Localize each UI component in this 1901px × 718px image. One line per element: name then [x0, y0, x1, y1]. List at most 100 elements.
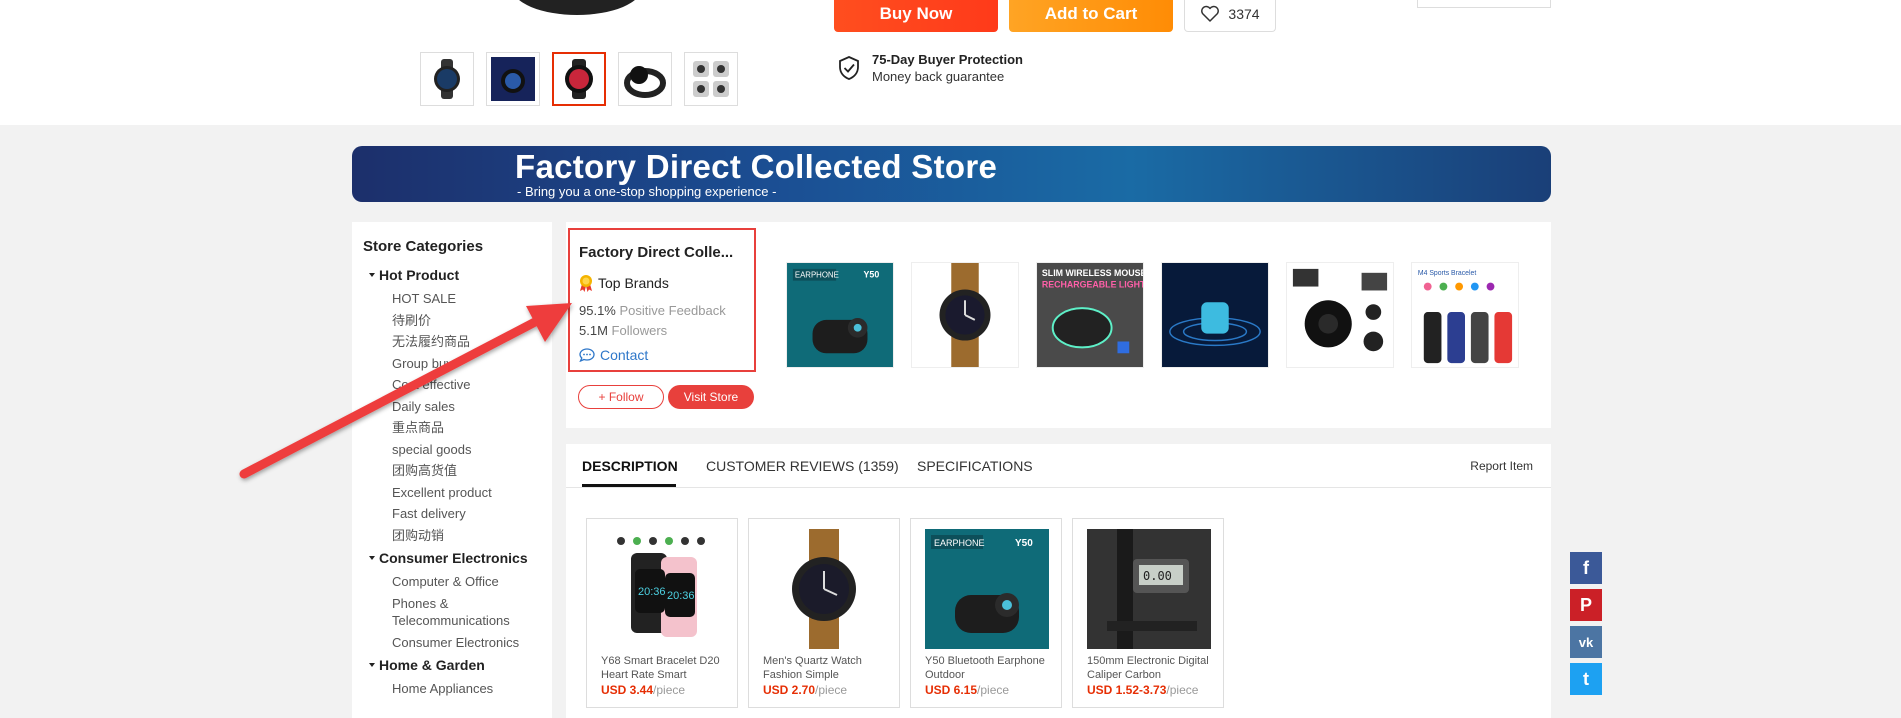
product-card[interactable]: 0.00 150mm Electronic Digital Caliper Ca…: [1072, 518, 1224, 708]
twitter-share-button[interactable]: t: [1570, 663, 1602, 695]
feedback-label: Positive Feedback: [619, 303, 726, 318]
thumbnail-3[interactable]: [552, 52, 606, 106]
shield-check-icon: [839, 56, 859, 80]
main-product-image: [512, 0, 642, 15]
vk-icon: vk: [1578, 634, 1594, 650]
category-item[interactable]: 团购高货值: [392, 462, 552, 480]
category-item[interactable]: 无法履约商品: [392, 333, 552, 351]
pinterest-share-button[interactable]: P: [1570, 589, 1602, 621]
category-item[interactable]: 重点商品: [392, 419, 552, 437]
category-item[interactable]: Group buy: [392, 355, 552, 373]
tab-customer-reviews[interactable]: CUSTOMER REVIEWS (1359): [706, 458, 899, 474]
category-head-consumer-electronics[interactable]: Consumer Electronics: [369, 550, 552, 566]
product-price: USD 3.44/piece: [601, 683, 685, 697]
category-item[interactable]: Phones & Telecommunications: [392, 595, 532, 630]
description-product-list: 20:36 20:36 Y68 Smart Bracelet D20 Heart …: [586, 518, 1224, 708]
tab-specifications[interactable]: SPECIFICATIONS: [917, 458, 1033, 474]
category-item[interactable]: Daily sales: [392, 398, 552, 416]
product-image: EARPHONE Y50: [925, 529, 1049, 649]
price-value: USD 6.15: [925, 683, 978, 697]
svg-text:Y50: Y50: [1015, 538, 1033, 549]
facebook-share-button[interactable]: f: [1570, 552, 1602, 584]
category-item[interactable]: special goods: [392, 441, 552, 459]
svg-text:EARPHONE: EARPHONE: [795, 271, 839, 280]
tab-description[interactable]: DESCRIPTION: [582, 458, 678, 474]
category-head-home-garden[interactable]: Home & Garden: [369, 657, 552, 673]
vk-share-button[interactable]: vk: [1570, 626, 1602, 658]
shipping-logos-strip: [1417, 0, 1551, 8]
category-item[interactable]: Computer & Office: [392, 573, 552, 591]
store-product-bracelet[interactable]: M4 Sports Bracelet: [1411, 262, 1519, 368]
product-price: USD 6.15/piece: [925, 683, 1009, 697]
heart-icon: [1201, 5, 1220, 22]
buyer-protection: 75-Day Buyer Protection Money back guara…: [838, 52, 1023, 84]
store-banner[interactable]: Factory Direct Collected Store - Bring y…: [352, 146, 1551, 202]
category-item[interactable]: Consumer Electronics: [392, 634, 552, 652]
category-item[interactable]: Cost effective: [392, 376, 552, 394]
svg-text:20:36: 20:36: [638, 586, 666, 598]
banner-subtitle: - Bring you a one-stop shopping experien…: [517, 184, 777, 199]
price-unit: /piece: [815, 683, 848, 697]
store-product-mouse[interactable]: SLIM WIRELESS MOUSE RECHARGEABLE LIGHT: [1036, 262, 1144, 368]
store-info-box: Factory Direct Colle... Top Brands 95.1%…: [568, 228, 756, 372]
product-top-area: Buy Now Add to Cart 3374 75-Day Buyer Pr…: [0, 0, 1901, 125]
product-tabs-card: DESCRIPTION CUSTOMER REVIEWS (1359) SPEC…: [566, 444, 1551, 718]
category-item[interactable]: 团购动销: [392, 527, 552, 545]
wishlist-count: 3374: [1228, 5, 1260, 22]
store-product-strip: EARPHONE Y50 SLIM WIRELESS MOUSE RECHARGEA…: [786, 262, 1519, 368]
follow-button[interactable]: + Follow: [578, 385, 664, 409]
badge-label: Top Brands: [598, 275, 669, 291]
svg-text:20:36: 20:36: [667, 590, 695, 602]
svg-text:RECHARGEABLE LIGHT: RECHARGEABLE LIGHT: [1042, 280, 1143, 290]
category-head-label: Hot Product: [379, 267, 460, 283]
thumbnail-4[interactable]: [618, 52, 672, 106]
store-product-camera[interactable]: [1286, 262, 1394, 368]
store-badge: Top Brands: [579, 274, 754, 292]
contact-label: Contact: [600, 347, 649, 363]
product-price: USD 1.52-3.73/piece: [1087, 683, 1198, 697]
store-categories-sidebar: Store Categories Hot Product HOT SALE 待刷…: [352, 222, 552, 718]
svg-text:M4 Sports Bracelet: M4 Sports Bracelet: [1418, 270, 1476, 277]
protection-subtitle: Money back guarantee: [872, 69, 1005, 84]
category-head-label: Home & Garden: [379, 657, 485, 673]
chat-bubble-icon: [579, 348, 595, 362]
tab-bar: DESCRIPTION CUSTOMER REVIEWS (1359) SPEC…: [566, 444, 1551, 488]
store-name[interactable]: Factory Direct Colle...: [579, 244, 754, 261]
social-share-bar: f P vk t: [1570, 552, 1602, 718]
category-item[interactable]: HOT SALE: [392, 290, 552, 308]
category-item[interactable]: Home Appliances: [392, 680, 552, 698]
product-image: 20:36 20:36: [601, 529, 725, 649]
add-to-cart-button[interactable]: Add to Cart: [1009, 0, 1173, 32]
buy-now-button[interactable]: Buy Now: [834, 0, 998, 32]
feedback-value: 95.1%: [579, 303, 616, 318]
product-card[interactable]: EARPHONE Y50 Y50 Bluetooth Earphone Outdo…: [910, 518, 1062, 708]
wishlist-button[interactable]: 3374: [1184, 0, 1276, 32]
thumbnail-1[interactable]: [420, 52, 474, 106]
thumbnail-5[interactable]: [684, 52, 738, 106]
product-price: USD 2.70/piece: [763, 683, 847, 697]
banner-title: Factory Direct Collected Store: [515, 148, 998, 185]
contact-link[interactable]: Contact: [579, 347, 754, 363]
thumbnail-2[interactable]: [486, 52, 540, 106]
product-name: Y68 Smart Bracelet D20 Heart Rate Smart: [601, 655, 720, 681]
category-group-hot-product: Hot Product HOT SALE 待刷价 无法履约商品 Group bu…: [363, 267, 552, 544]
product-card[interactable]: 20:36 20:36 Y68 Smart Bracelet D20 Heart …: [586, 518, 738, 708]
category-head-hot-product[interactable]: Hot Product: [369, 267, 552, 283]
thumbnail-strip: [420, 52, 738, 106]
store-product-speaker[interactable]: [1161, 262, 1269, 368]
category-item[interactable]: Excellent product: [392, 484, 552, 502]
category-item[interactable]: 待刷价: [392, 312, 552, 330]
product-image: 0.00: [1087, 529, 1211, 649]
store-product-watch[interactable]: [911, 262, 1019, 368]
report-item-link[interactable]: Report Item: [1470, 459, 1533, 473]
medal-icon: [580, 275, 592, 292]
product-card[interactable]: Men's Quartz Watch Fashion Simple USD 2.…: [748, 518, 900, 708]
svg-text:EARPHONE: EARPHONE: [934, 538, 985, 548]
price-unit: /piece: [977, 683, 1010, 697]
svg-text:SLIM WIRELESS MOUSE: SLIM WIRELESS MOUSE: [1042, 268, 1143, 278]
svg-text:0.00: 0.00: [1143, 569, 1172, 583]
store-product-earphone[interactable]: EARPHONE Y50: [786, 262, 894, 368]
visit-store-button[interactable]: Visit Store: [668, 385, 754, 409]
category-head-label: Consumer Electronics: [379, 550, 528, 566]
category-item[interactable]: Fast delivery: [392, 505, 552, 523]
